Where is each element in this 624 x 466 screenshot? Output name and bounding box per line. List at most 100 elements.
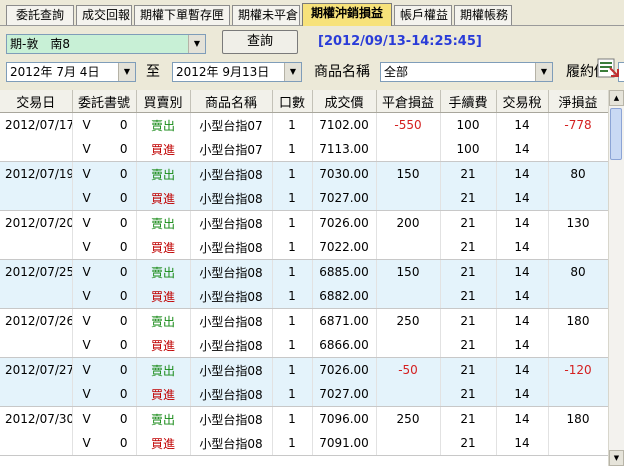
table-row[interactable]: 2012/07/30 V 0 賣出 小型台指08 1 7096.00 250 21 14 180 — [0, 406, 608, 431]
table-row[interactable]: V 0 買進 小型台指08 1 7022.00 21 14 — [0, 235, 608, 260]
table-header-row: 交易日 委託書號 買賣別 商品名稱 口數 成交價 平倉損益 手續費 交易稅 淨損… — [0, 90, 608, 113]
table-row[interactable]: V 0 買進 小型台指08 1 7027.00 21 14 — [0, 186, 608, 211]
quantity-cell: 1 — [272, 431, 313, 456]
table-row[interactable]: 2012/07/25 V 0 賣出 小型台指08 1 6885.00 150 21 14 80 — [0, 259, 608, 284]
order-flag: V — [82, 363, 91, 377]
column-header[interactable]: 口數 — [272, 90, 313, 113]
tab-account-ledger[interactable]: 期權帳務 — [454, 5, 512, 25]
offset-pnl-cell — [376, 186, 441, 211]
product-name-cell: 小型台指08 — [190, 210, 273, 235]
trade-price-cell: 7027.00 — [312, 186, 377, 211]
side-cell: 賣出 — [136, 161, 191, 186]
column-header[interactable]: 淨損益 — [548, 90, 608, 113]
column-header[interactable]: 成交價 — [312, 90, 377, 113]
offset-pnl-cell — [376, 431, 441, 456]
scrollbar-thumb[interactable] — [610, 108, 622, 160]
quantity-cell: 1 — [272, 308, 313, 333]
fee-cell: 100 — [440, 112, 497, 137]
trade-date-cell: 2012/07/25 — [0, 259, 73, 284]
tab-order-staging[interactable]: 期權下單暫存匣 — [134, 5, 230, 25]
date-to-picker[interactable]: 2012年 9月13日 ▼ — [172, 62, 302, 82]
scroll-down-icon[interactable]: ▼ — [609, 450, 624, 466]
side-cell: 買進 — [136, 284, 191, 309]
table-row[interactable]: 2012/07/27 V 0 賣出 小型台指08 1 7026.00 -50 21 14 -120 — [0, 357, 608, 382]
chevron-down-icon[interactable]: ▼ — [118, 63, 135, 81]
chevron-down-icon[interactable]: ▼ — [284, 63, 301, 81]
order-number-cell: V0 — [72, 186, 137, 211]
product-name-cell: 小型台指08 — [190, 284, 273, 309]
net-pnl-cell: 130 — [548, 210, 608, 235]
table-row[interactable]: 2012/07/20 V 0 賣出 小型台指08 1 7026.00 200 21 14 130 — [0, 210, 608, 235]
fee-cell: 21 — [440, 308, 497, 333]
net-pnl-cell: -778 — [548, 112, 608, 137]
export-icon[interactable] — [596, 56, 620, 80]
product-name-cell: 小型台指07 — [190, 112, 273, 137]
scroll-up-icon[interactable]: ▲ — [609, 90, 624, 106]
trade-price-cell: 6885.00 — [312, 259, 377, 284]
fee-cell: 21 — [440, 333, 497, 358]
column-header[interactable]: 交易稅 — [496, 90, 549, 113]
column-header[interactable]: 商品名稱 — [190, 90, 273, 113]
product-name-cell: 小型台指08 — [190, 308, 273, 333]
product-select-value: 全部 — [384, 65, 409, 79]
product-select[interactable]: 全部 ▼ — [380, 62, 553, 82]
fee-cell: 21 — [440, 431, 497, 456]
offset-pnl-cell: 150 — [376, 161, 441, 186]
table-row[interactable]: 2012/07/19 V 0 賣出 小型台指08 1 7030.00 150 21 14 80 — [0, 161, 608, 186]
vertical-scrollbar[interactable]: ▲ ▼ — [608, 90, 624, 466]
tab-open-positions[interactable]: 期權未平倉 — [232, 5, 300, 25]
trade-price-cell: 7113.00 — [312, 137, 377, 162]
column-header[interactable]: 手續費 — [440, 90, 497, 113]
offset-pnl-cell: 150 — [376, 259, 441, 284]
order-flag: V — [82, 314, 91, 328]
quantity-cell: 1 — [272, 357, 313, 382]
order-number: 0 — [119, 363, 128, 377]
order-number: 0 — [119, 216, 128, 230]
table-row[interactable]: 2012/07/26 V 0 賣出 小型台指08 1 6871.00 250 21 14 180 — [0, 308, 608, 333]
product-name-cell: 小型台指08 — [190, 186, 273, 211]
trade-price-cell: 7027.00 — [312, 382, 377, 407]
offset-pnl-cell: 250 — [376, 308, 441, 333]
chevron-down-icon[interactable]: ▼ — [535, 63, 552, 81]
table-row[interactable]: 2012/07/17 V 0 賣出 小型台指07 1 7102.00 -550 100 14 -77… — [0, 112, 608, 137]
column-header[interactable]: 交易日 — [0, 90, 73, 113]
order-number: 0 — [119, 412, 128, 426]
query-button[interactable]: 查詢 — [222, 30, 298, 54]
tax-cell: 14 — [496, 259, 549, 284]
table-row[interactable]: V 0 買進 小型台指08 1 6866.00 21 14 — [0, 333, 608, 358]
trade-price-cell: 7102.00 — [312, 112, 377, 137]
column-header[interactable]: 平倉損益 — [376, 90, 441, 113]
tab-trade-report[interactable]: 成交回報 — [76, 5, 132, 25]
tax-cell: 14 — [496, 137, 549, 162]
fee-cell: 21 — [440, 161, 497, 186]
fee-cell: 21 — [440, 186, 497, 211]
table-row[interactable]: V 0 買進 小型台指08 1 6882.00 21 14 — [0, 284, 608, 309]
tab-order-query[interactable]: 委託查詢 — [6, 5, 74, 25]
trade-price-cell: 6866.00 — [312, 333, 377, 358]
trade-date-cell — [0, 235, 73, 260]
order-number-cell: V0 — [72, 406, 137, 431]
quantity-cell: 1 — [272, 112, 313, 137]
side-cell: 賣出 — [136, 406, 191, 431]
column-header[interactable]: 買賣別 — [136, 90, 191, 113]
side-cell: 買進 — [136, 431, 191, 456]
product-name-cell: 小型台指08 — [190, 431, 273, 456]
offset-pnl-cell — [376, 235, 441, 260]
tab-account-equity[interactable]: 帳戶權益 — [394, 5, 452, 25]
chevron-down-icon[interactable]: ▼ — [188, 35, 205, 53]
order-flag: V — [82, 436, 91, 450]
offset-pnl-cell: 200 — [376, 210, 441, 235]
tab-offset-pnl[interactable]: 期權沖銷損益 — [302, 3, 392, 27]
table-row[interactable]: V 0 買進 小型台指08 1 7027.00 21 14 — [0, 382, 608, 407]
trade-date-cell: 2012/07/30 — [0, 406, 73, 431]
trade-date-cell — [0, 382, 73, 407]
column-header[interactable]: 委託書號 — [72, 90, 137, 113]
table-row[interactable]: V 0 買進 小型台指08 1 7091.00 21 14 — [0, 431, 608, 456]
date-from-picker[interactable]: 2012年 7月 4日 ▼ — [6, 62, 136, 82]
side-cell: 買進 — [136, 382, 191, 407]
account-select[interactable]: 期-敦 南8 ▼ — [6, 34, 206, 54]
tax-cell: 14 — [496, 406, 549, 431]
table-row[interactable]: V 0 買進 小型台指07 1 7113.00 100 14 — [0, 137, 608, 162]
order-number: 0 — [119, 167, 128, 181]
trade-price-cell: 7030.00 — [312, 161, 377, 186]
